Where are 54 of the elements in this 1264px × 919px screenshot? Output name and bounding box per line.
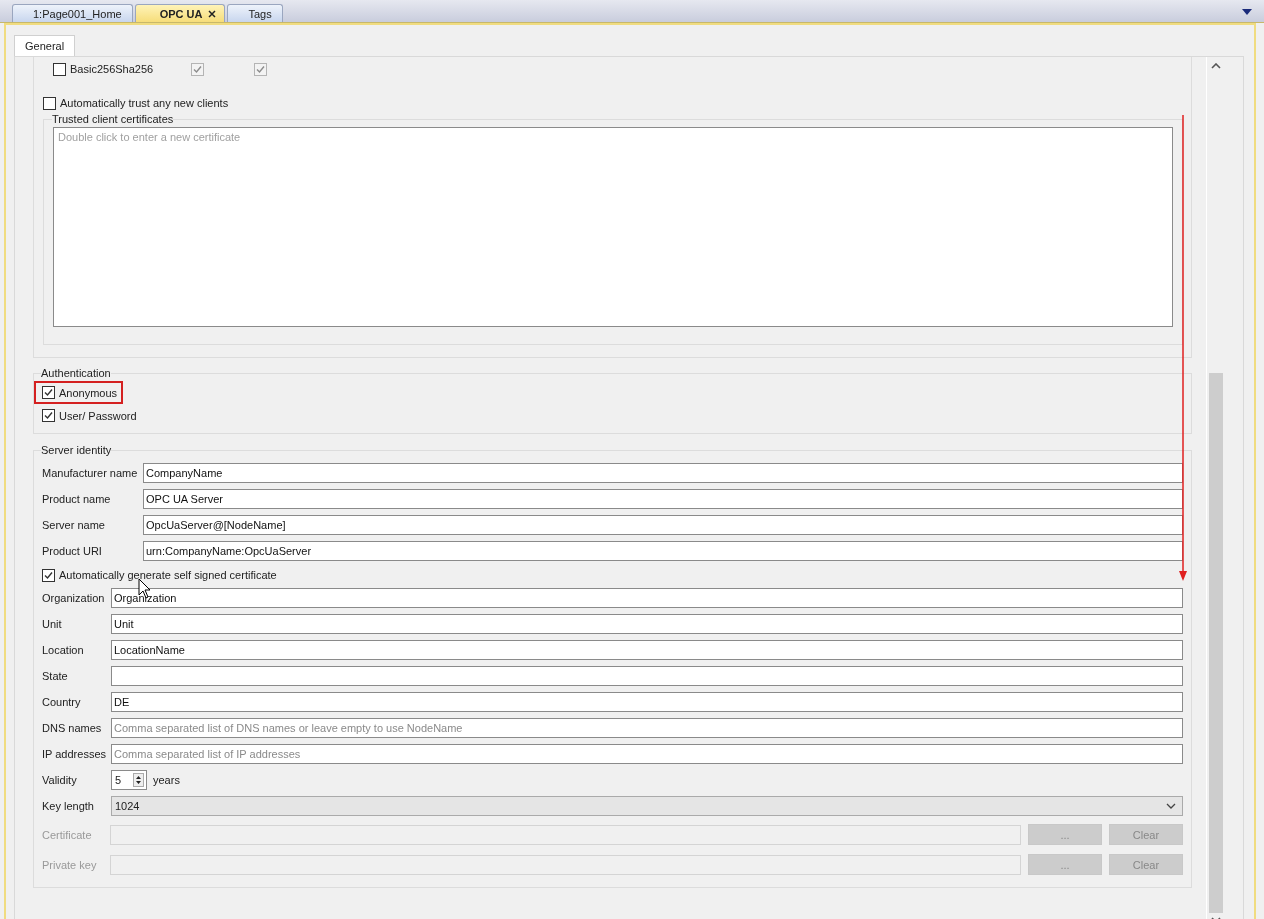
checkbox[interactable] (53, 62, 66, 76)
field-label: IP addresses (42, 748, 107, 760)
scrollbar[interactable] (1206, 57, 1225, 919)
number-spinner[interactable]: 5 (111, 770, 147, 790)
text-field[interactable]: Unit (111, 614, 1183, 634)
unit-label: years (153, 774, 180, 786)
checkbox-label: Automatically trust any new clients (60, 97, 229, 109)
field-label: Product URI (42, 545, 103, 557)
checkbox-label: Basic256Sha256 (70, 63, 154, 75)
checkbox-label: User/ Password (59, 409, 137, 422)
field-label: Server name (42, 519, 106, 531)
field-label: Unit (42, 618, 63, 630)
field-label: Location (42, 644, 85, 656)
document-tab[interactable]: Tags (227, 4, 283, 22)
close-icon[interactable] (208, 9, 217, 18)
field-label: Private key (42, 858, 98, 871)
text-field[interactable]: Comma separated list of IP addresses (111, 744, 1183, 764)
group-title: Authentication (41, 367, 111, 379)
text-field[interactable]: LocationName (111, 640, 1183, 660)
field-label: Country (42, 696, 82, 708)
scroll-up-icon[interactable] (1211, 63, 1221, 69)
dropdown-icon[interactable] (1242, 9, 1252, 15)
text-field[interactable]: OPC UA Server (143, 489, 1183, 509)
field-label: Product name (42, 493, 112, 505)
text-field[interactable]: Organization (111, 588, 1183, 608)
checkbox[interactable] (42, 386, 55, 399)
scrollbar-thumb[interactable] (1209, 373, 1223, 913)
text-field[interactable]: CompanyName (143, 463, 1183, 483)
key-length-dropdown[interactable]: 1024 (111, 796, 1183, 816)
panel-tab[interactable]: General (14, 35, 76, 56)
field-label: Validity (42, 774, 78, 786)
field-label: Manufacturer name (42, 467, 139, 479)
field-label: Key length (42, 800, 95, 812)
checkbox-label: Anonymous (59, 386, 118, 399)
checkbox-label: Automatically generate self signed certificate (59, 569, 277, 581)
field-label: State (42, 670, 69, 682)
group-title: Server identity (41, 444, 112, 456)
spin-arrows-icon[interactable] (133, 773, 144, 787)
field-label: Organization (42, 592, 106, 604)
group-title: Trusted client certificates (52, 113, 174, 125)
field-label: DNS names (42, 722, 103, 734)
field-label: Certificate (42, 828, 93, 841)
checkbox[interactable] (42, 409, 55, 422)
chevron-down-icon (1166, 803, 1176, 809)
checkbox[interactable] (43, 96, 56, 110)
document-tab[interactable]: 1:Page001_Home (12, 4, 133, 22)
text-field[interactable]: OpcUaServer@[NodeName] (143, 515, 1183, 535)
certificate-list-field[interactable]: Double click to enter a new certificate (53, 127, 1173, 327)
text-field[interactable]: DE (111, 692, 1183, 712)
checkbox[interactable] (42, 568, 55, 582)
text-field[interactable]: urn:CompanyName:OpcUaServer (143, 541, 1183, 561)
text-field[interactable] (111, 666, 1183, 686)
document-tab[interactable]: OPC UA (134, 4, 226, 22)
text-field[interactable]: Comma separated list of DNS names or leave empty to use NodeName (111, 718, 1183, 738)
